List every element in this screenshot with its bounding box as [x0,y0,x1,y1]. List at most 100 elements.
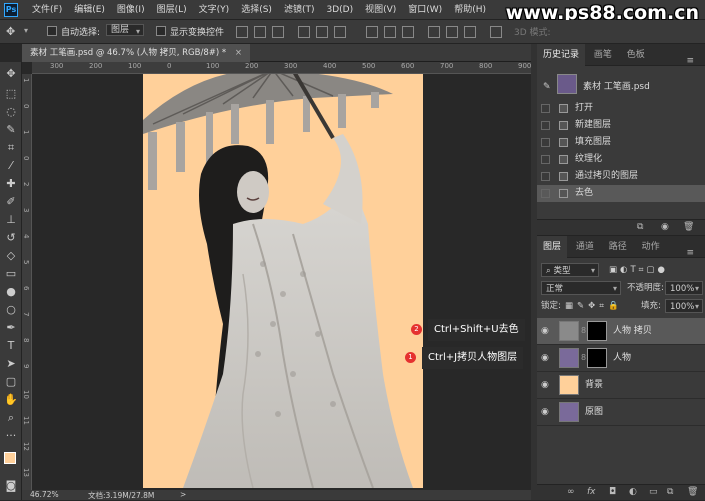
history-step[interactable]: 纹理化 [537,151,705,168]
eyedropper-tool-icon[interactable]: ⁄ [3,158,19,174]
layer-mask-thumbnail[interactable] [587,348,607,368]
zoom-tool-icon[interactable]: ⌕ [3,410,19,426]
status-menu-arrow[interactable]: > [180,490,186,499]
tab-brushes[interactable]: 画笔 [588,44,618,66]
healing-brush-tool-icon[interactable]: ✚ [3,176,19,192]
tab-channels[interactable]: 通道 [570,236,600,258]
align-top-icon[interactable] [236,26,248,38]
tool-preset-chevron-icon[interactable]: ▾ [24,26,28,35]
blend-mode-dropdown[interactable]: 正常 [541,281,621,296]
type-tool-icon[interactable]: T [3,338,19,354]
delete-layer-icon[interactable]: 🗑 [687,487,698,497]
visibility-eye-icon[interactable]: ◉ [541,353,549,363]
menu-edit[interactable]: 编辑(E) [68,0,111,20]
pen-tool-icon[interactable]: ✒ [3,320,19,336]
history-source-checkbox[interactable] [541,155,550,164]
layer-filter-icons[interactable]: ▣◐T⌗▢● [609,263,668,277]
document-workspace[interactable]: 2 Ctrl+Shift+U去色 1 Ctrl+J拷贝人物图层 [32,74,531,490]
distribute-hcenter-icon[interactable] [446,26,458,38]
align-right-icon[interactable] [334,26,346,38]
fill-field[interactable]: 100% [665,299,703,314]
history-step[interactable]: 新建图层 [537,117,705,134]
panel-menu-icon[interactable]: ≡ [680,242,700,264]
layer-row[interactable]: ◉ 原图 [537,399,705,426]
link-icon[interactable]: 8 [581,326,586,335]
align-bottom-icon[interactable] [272,26,284,38]
link-layers-icon[interactable]: ∞ [567,487,575,497]
layer-thumbnail[interactable] [559,375,579,395]
quick-mask-icon[interactable]: ◙ [3,478,19,494]
link-icon[interactable]: 8 [581,353,586,362]
brush-tool-icon[interactable]: ✐ [3,194,19,210]
lock-icons[interactable]: ▦✎✥⌗🔒 [565,299,623,313]
dodge-tool-icon[interactable]: ○ [3,302,19,318]
layer-style-icon[interactable]: fx [587,487,596,497]
more-tools-icon[interactable]: ··· [3,428,19,444]
auto-select-dropdown[interactable]: 图层 [106,24,145,36]
distribute-vcenter-icon[interactable] [384,26,396,38]
menu-view[interactable]: 视图(V) [359,0,402,20]
visibility-eye-icon[interactable]: ◉ [541,380,549,390]
layer-row[interactable]: ◉ 8 人物 拷贝 [537,318,705,345]
history-step[interactable]: 去色 [537,185,705,202]
layer-row[interactable]: ◉ 背景 [537,372,705,399]
layer-name[interactable]: 原图 [585,399,603,426]
adjustment-layer-icon[interactable]: ◐ [629,487,637,497]
create-snapshot-icon[interactable]: ◉ [661,222,669,232]
document-tab[interactable]: 素材 工笔画.psd @ 46.7% (人物 拷贝, RGB/8#) * × [22,44,250,62]
shape-tool-icon[interactable]: ▢ [3,374,19,390]
align-hcenter-icon[interactable] [316,26,328,38]
menu-image[interactable]: 图像(I) [111,0,151,20]
panel-menu-icon[interactable]: ≡ [680,50,700,72]
layer-name[interactable]: 背景 [585,372,603,399]
tab-swatches[interactable]: 色板 [621,44,651,66]
photoshop-logo[interactable]: Ps [4,3,18,17]
new-document-from-state-icon[interactable]: ⧉ [637,222,643,232]
snapshot-thumbnail[interactable] [557,74,577,94]
distribute-bottom-icon[interactable] [402,26,414,38]
auto-select-checkbox[interactable] [47,26,57,36]
align-left-icon[interactable] [298,26,310,38]
menu-filter[interactable]: 滤镜(T) [278,0,321,20]
menu-file[interactable]: 文件(F) [26,0,68,20]
menu-window[interactable]: 窗口(W) [402,0,448,20]
canvas-image[interactable] [143,74,423,488]
history-source-checkbox[interactable] [541,172,550,181]
menu-layer[interactable]: 图层(L) [151,0,193,20]
visibility-eye-icon[interactable]: ◉ [541,407,549,417]
new-group-icon[interactable]: ▭ [649,487,658,497]
zoom-level[interactable]: 46.72% [30,490,59,499]
hand-tool-icon[interactable]: ✋ [3,392,19,408]
move-tool-icon[interactable]: ✥ [3,66,19,82]
add-mask-icon[interactable]: ◘ [609,487,616,497]
auto-align-icon[interactable] [490,26,502,38]
history-brush-source-icon[interactable]: ✎ [543,82,551,92]
history-brush-tool-icon[interactable]: ↺ [3,230,19,246]
lasso-tool-icon[interactable]: ◌ [3,104,19,120]
layer-thumbnail[interactable] [559,348,579,368]
history-step[interactable]: 填充图层 [537,134,705,151]
new-layer-icon[interactable]: ⧉ [667,487,673,497]
close-tab-icon[interactable]: × [235,48,242,58]
history-source-checkbox[interactable] [541,104,550,113]
history-source-checkbox[interactable] [541,189,550,198]
layer-name[interactable]: 人物 拷贝 [613,318,652,345]
eraser-tool-icon[interactable]: ◇ [3,248,19,264]
foreground-color-swatch[interactable] [4,452,16,464]
history-source-checkbox[interactable] [541,121,550,130]
layer-thumbnail[interactable] [559,402,579,422]
history-source-checkbox[interactable] [541,138,550,147]
snapshot-name[interactable]: 素材 工笔画.psd [583,79,650,92]
history-step[interactable]: 打开 [537,100,705,117]
tab-paths[interactable]: 路径 [603,236,633,258]
menu-select[interactable]: 选择(S) [235,0,278,20]
delete-state-icon[interactable]: 🗑 [683,222,694,232]
tab-layers[interactable]: 图层 [537,236,568,258]
menu-help[interactable]: 帮助(H) [448,0,492,20]
menu-type[interactable]: 文字(Y) [193,0,236,20]
blur-tool-icon[interactable]: ● [3,284,19,300]
move-tool-icon[interactable]: ✥ [6,25,15,38]
history-step[interactable]: 通过拷贝的图层 [537,168,705,185]
marquee-tool-icon[interactable]: ⬚ [3,86,19,102]
layer-row[interactable]: ◉ 8 人物 [537,345,705,372]
